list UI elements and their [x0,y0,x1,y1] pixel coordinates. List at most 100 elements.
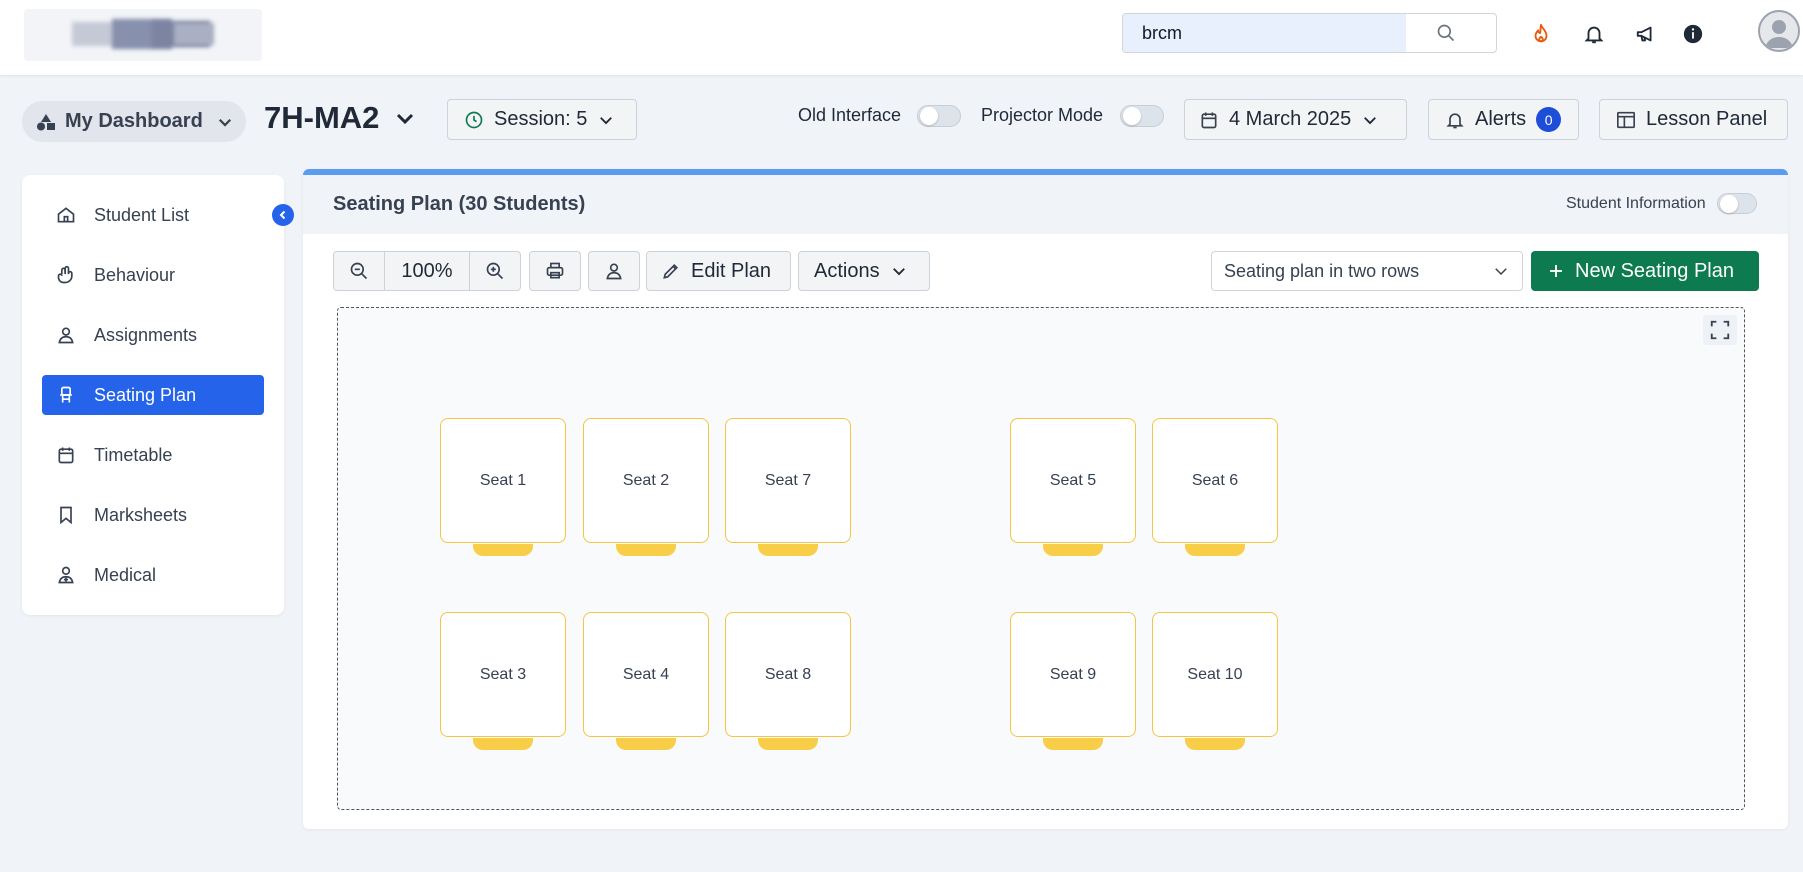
seat-label: Seat 3 [479,665,527,683]
sidebar-item-medical[interactable]: Medical [42,555,264,595]
seat-desk[interactable]: Seat 2 [583,418,709,543]
sidebar-item-timetable[interactable]: Timetable [42,435,264,475]
seat-label: Seat 2 [622,471,670,489]
seat-desk[interactable]: Seat 7 [725,418,851,543]
clock-icon [465,111,483,128]
hands-icon [57,265,73,284]
layout-select[interactable]: Seating plan in two rows [1211,251,1523,291]
info-icon[interactable] [1679,20,1707,48]
old-interface-label: Old Interface [798,105,902,125]
seat-desk[interactable]: Seat 5 [1010,418,1136,543]
person-icon [606,263,622,280]
sidebar-item-label: Assignments [94,324,198,345]
shapes-icon [37,113,55,130]
panel-icon [1617,111,1635,128]
sidebar-item-seating-plan[interactable]: Seating Plan [42,375,264,415]
seat-desk[interactable]: Seat 4 [583,612,709,737]
person-icon [58,327,74,344]
seat-label: Seat 7 [764,471,812,489]
old-interface-toggle[interactable] [917,105,961,127]
zoom-out-button[interactable] [334,252,384,290]
seat-chair [616,544,676,556]
seat-label: Seat 10 [1187,665,1243,683]
seat-chair [473,544,533,556]
seat-desk[interactable]: Seat 10 [1152,612,1278,737]
pencil-icon [663,263,679,279]
sidebar-item-assignments[interactable]: Assignments [42,315,264,355]
megaphone-icon[interactable] [1632,20,1660,48]
alerts-button[interactable]: Alerts 0 [1428,99,1579,140]
bell-icon[interactable] [1580,20,1608,48]
calendar-icon [1201,112,1217,128]
chevron-left-icon [279,210,286,220]
dashboard-label: My Dashboard [65,110,203,132]
seat-chair [473,738,533,750]
fullscreen-button[interactable] [1703,315,1737,345]
class-selector[interactable]: 7H-MA2 [264,100,417,136]
edit-plan-button[interactable]: Edit Plan [646,251,791,291]
sidebar-collapse-button[interactable] [272,204,294,226]
seat-chair [758,544,818,556]
dashboard-dropdown[interactable]: My Dashboard [22,101,246,142]
medical-icon [58,566,74,584]
zoom-out-icon [350,262,368,280]
zoom-in-icon [486,262,504,280]
chevron-down-icon [600,116,613,124]
sidebar-item-label: Behaviour [94,264,176,285]
search-icon[interactable] [1436,23,1456,48]
chevron-down-icon [892,268,905,276]
chevron-down-icon [1495,268,1507,276]
bell-icon [1446,112,1464,128]
alerts-label: Alerts [1475,108,1527,130]
sidebar-item-label: Marksheets [94,504,188,525]
seat-desk[interactable]: Seat 3 [440,612,566,737]
panel-title: Seating Plan (30 Students) [333,193,586,215]
search-input[interactable] [1123,14,1406,52]
projector-mode-label: Projector Mode [981,105,1104,125]
projector-mode-toggle[interactable] [1120,105,1164,127]
lesson-panel-button[interactable]: Lesson Panel [1599,99,1788,140]
sidebar-item-label: Student List [94,204,190,225]
new-seating-plan-label: New Seating Plan [1575,259,1734,282]
seat-label: Seat 5 [1049,471,1097,489]
student-information-toggle[interactable] [1717,193,1757,214]
actions-label: Actions [814,259,880,282]
seat-desk[interactable]: Seat 6 [1152,418,1278,543]
session-dropdown[interactable]: Session: 5 [447,99,637,140]
date-picker[interactable]: 4 March 2025 [1184,99,1407,140]
sidebar-item-marksheets[interactable]: Marksheets [42,495,264,535]
plus-icon [1550,265,1562,277]
sidebar-item-label: Timetable [94,444,173,465]
chevron-down-icon [218,118,231,127]
seat-label: Seat 4 [622,665,670,683]
seat-chair [1185,544,1245,556]
zoom-controls: 100% [333,251,521,291]
student-photo-button[interactable] [588,251,640,291]
new-seating-plan-button[interactable]: New Seating Plan [1531,251,1759,291]
printer-icon [546,262,564,279]
seat-label: Seat 8 [764,665,812,683]
seat-label: Seat 6 [1191,471,1239,489]
sidebar-item-label: Medical [94,564,157,585]
sidebar-item-behaviour[interactable]: Behaviour [42,255,264,295]
class-name: 7H-MA2 [264,100,380,135]
seat-desk[interactable]: Seat 8 [725,612,851,737]
fire-icon[interactable] [1527,20,1555,48]
chevron-down-icon [397,113,414,125]
zoom-level: 100% [384,252,470,290]
seat-chair [616,738,676,750]
sidebar-item-student-list[interactable]: Student List [42,195,264,235]
zoom-in-button[interactable] [470,252,520,290]
user-avatar[interactable] [1758,10,1800,52]
school-logo[interactable] [24,9,262,61]
seat-chair [1043,544,1103,556]
seat-desk[interactable]: Seat 9 [1010,612,1136,737]
seat-chair [1043,738,1103,750]
fullscreen-icon [1710,320,1730,340]
print-button[interactable] [529,251,581,291]
seat-label: Seat 9 [1049,665,1097,683]
layout-select-value: Seating plan in two rows [1224,260,1420,281]
seat-desk[interactable]: Seat 1 [440,418,566,543]
search-box[interactable] [1122,13,1497,53]
actions-dropdown[interactable]: Actions [798,251,930,291]
